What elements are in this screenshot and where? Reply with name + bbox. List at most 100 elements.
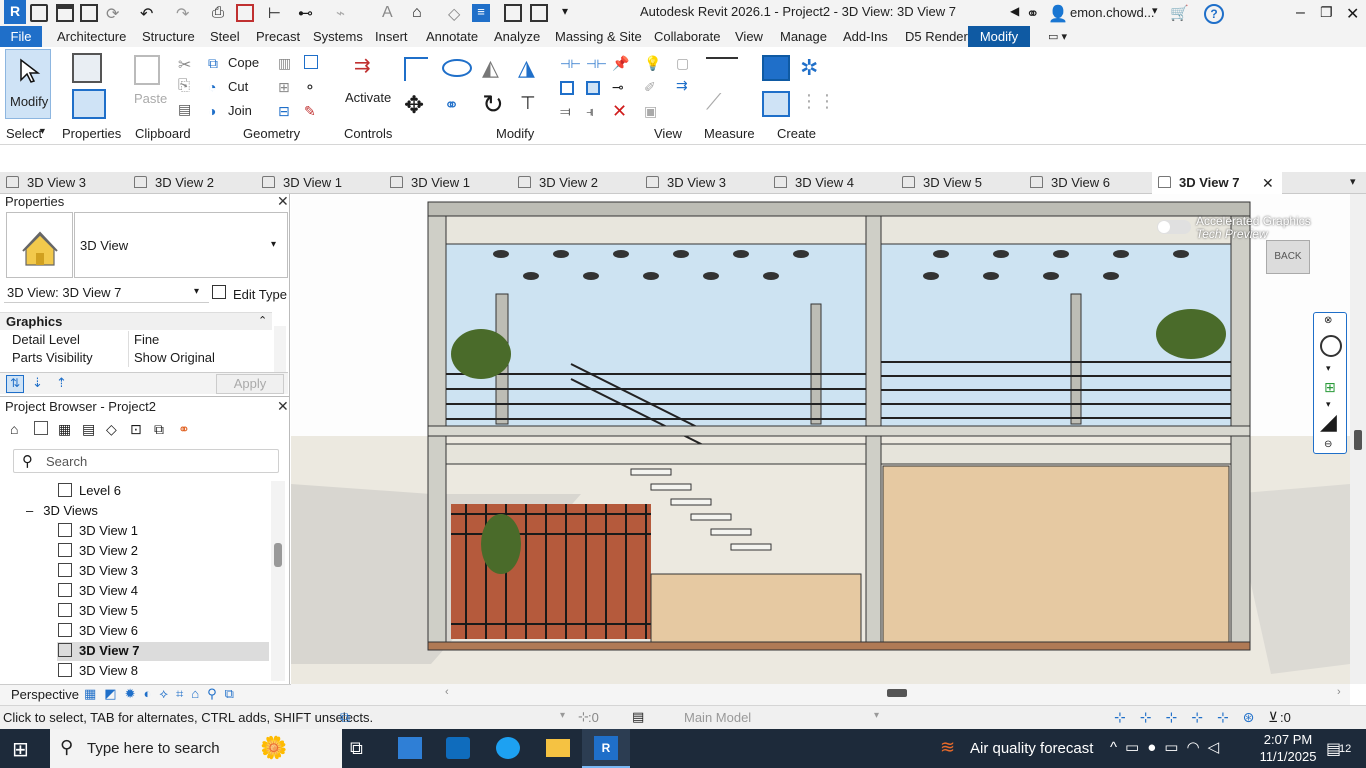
measure-distance-icon[interactable] [706, 57, 738, 67]
text-icon[interactable]: A [382, 4, 400, 22]
align-icon[interactable] [404, 57, 428, 81]
hscroll-thumb[interactable] [887, 689, 907, 697]
viewcube[interactable]: BACK [1266, 240, 1310, 274]
tree-item-3d-view-5[interactable]: 3D View 5 [58, 603, 138, 618]
paint-icon[interactable]: ⚬ [304, 79, 316, 96]
panel-select-label[interactable]: Select [6, 126, 42, 141]
array-icon[interactable] [560, 81, 574, 95]
modify-tool-button[interactable]: Modify [5, 49, 51, 119]
tab-file[interactable]: File [0, 26, 42, 47]
sheet-icon[interactable] [236, 4, 254, 22]
sun-path-icon[interactable]: ✹ [125, 686, 144, 701]
background-processes-icon[interactable]: ⊛ [1243, 709, 1269, 725]
print-icon[interactable]: ⎙ [212, 4, 230, 22]
copy-modify-icon[interactable]: ⚭ [444, 95, 459, 116]
measure-dropdown-icon[interactable]: ⇉ [676, 77, 688, 94]
match-type-icon[interactable]: ▤ [178, 101, 191, 118]
tree-item-3d-view-4[interactable]: 3D View 4 [58, 583, 138, 598]
select-links-icon[interactable]: ⊹ [1114, 709, 1140, 725]
close-navbar-icon[interactable]: ⊗ [1324, 315, 1332, 326]
edit-type-button[interactable]: Edit Type [233, 287, 287, 302]
browser-views-icon[interactable]: ⌂ [10, 421, 18, 437]
help-icon[interactable]: ? [1204, 4, 1224, 24]
tab-add-ins[interactable]: Add-Ins [843, 28, 888, 47]
browser-families-icon[interactable]: ◇ [106, 421, 117, 438]
sort-descending-icon[interactable]: ⇡ [56, 375, 67, 391]
vscroll-thumb[interactable] [1354, 430, 1362, 450]
browser-groups-icon[interactable]: ⊡ [130, 421, 142, 438]
section-icon[interactable]: ◇ [448, 4, 466, 23]
view-tab-3d-view-3b[interactable]: 3D View 3 [646, 175, 726, 190]
tab-steel[interactable]: Steel [210, 28, 240, 47]
view-mode-label[interactable]: Perspective [11, 687, 79, 702]
ribbon-toggle-icon[interactable]: ▭ ▾ [1048, 28, 1067, 47]
air-quality-icon[interactable]: ≋ [940, 737, 955, 758]
trim-multiple-icon[interactable]: ⫤ [560, 103, 571, 120]
tab-analyze[interactable]: Analyze [494, 28, 540, 47]
tab-annotate[interactable]: Annotate [426, 28, 478, 47]
scale-icon[interactable] [586, 81, 600, 95]
view-tab-3d-view-1b[interactable]: 3D View 1 [390, 175, 470, 190]
navbar-options-icon[interactable]: ⊖ [1324, 439, 1332, 450]
create-group-icon[interactable] [762, 91, 790, 117]
tag-icon[interactable]: ⌁ [336, 4, 354, 22]
visual-style-icon[interactable]: ◩ [104, 686, 124, 701]
unpin-icon[interactable]: ⊸ [612, 79, 624, 96]
task-view-icon[interactable]: ⧉ [350, 738, 363, 759]
tab-precast[interactable]: Precast [256, 28, 300, 47]
close-browser-icon[interactable]: ✕ [277, 399, 289, 413]
weather-text[interactable]: Air quality forecast [970, 740, 1093, 757]
pin-icon[interactable]: 📌 [612, 55, 629, 72]
view-tab-3d-view-5[interactable]: 3D View 5 [902, 175, 982, 190]
render-icon[interactable]: ⟡ [159, 686, 176, 701]
rotate-icon[interactable]: ↻ [482, 89, 504, 120]
clock-date[interactable]: 11/1/2025 [1252, 749, 1324, 764]
select-pinned-icon[interactable]: ⊹ [1165, 709, 1191, 725]
cut-geometry-icon[interactable]: ◔ [208, 79, 216, 95]
restore-icon[interactable]: ❐ [1320, 4, 1338, 22]
tree-item-3d-view-6[interactable]: 3D View 6 [58, 623, 138, 638]
view-tab-3d-view-4[interactable]: 3D View 4 [774, 175, 854, 190]
browser-revit-links-icon[interactable]: ⚭ [178, 421, 190, 438]
cut-label[interactable]: Cut [228, 79, 248, 94]
tab-view[interactable]: View [735, 28, 763, 47]
tab-modify[interactable]: Modify [968, 26, 1030, 47]
close-properties-icon[interactable]: ✕ [277, 194, 289, 208]
tree-item-level-6[interactable]: Level 6 [58, 483, 121, 498]
apply-button[interactable]: Apply [216, 374, 284, 394]
viewport-hscrollbar[interactable]: ‹ › [291, 684, 1350, 705]
view-tab-3d-view-1[interactable]: 3D View 1 [262, 175, 342, 190]
props-scrollbar[interactable] [274, 326, 286, 372]
activate-controls-icon[interactable]: ⇉ [354, 53, 371, 78]
sort-ascending-icon[interactable]: ⇣ [32, 375, 43, 391]
show-crop-icon[interactable]: ⌂ [191, 686, 207, 701]
close-window-icon[interactable]: ✕ [1346, 4, 1364, 23]
view-tab-3d-view-6[interactable]: 3D View 6 [1030, 175, 1110, 190]
walk-icon[interactable]: ◢ [1320, 409, 1337, 435]
qat-dropdown-icon[interactable]: ▾ [562, 4, 580, 22]
wall-joins-icon[interactable]: ▥ [278, 55, 291, 72]
override-graphics-icon[interactable]: 💡 [644, 55, 661, 72]
copy-icon[interactable]: ⎘ [178, 77, 190, 94]
design-options-icon[interactable]: ▤ [632, 709, 644, 725]
3d-view-icon[interactable]: ⌂ [412, 4, 430, 22]
join-icon[interactable]: ◑ [208, 103, 216, 119]
move-icon[interactable]: ✥ [404, 91, 424, 120]
type-properties-icon[interactable] [72, 53, 102, 83]
select-underlay-icon[interactable]: ⊹ [1140, 709, 1166, 725]
reveal-hidden-icon[interactable]: ⧉ [225, 686, 242, 701]
tree-item-3d-view-8[interactable]: 3D View 8 [58, 663, 138, 678]
wifi-icon[interactable]: ◠ [1186, 739, 1207, 756]
browser-links-icon[interactable]: ⧉ [154, 421, 164, 438]
cut-clipboard-icon[interactable]: ✂ [178, 55, 191, 75]
properties-icon[interactable] [72, 89, 106, 119]
prop-detail-level[interactable]: Detail Level Fine [0, 331, 272, 349]
minimize-icon[interactable]: – [1296, 4, 1314, 22]
paste-icon[interactable] [134, 55, 160, 85]
taskbar-search[interactable]: ⚲ Type here to search 🌼 [50, 729, 342, 768]
tree-item-3d-view-7[interactable]: 3D View 7 [58, 643, 139, 658]
tree-item-3d-view-1[interactable]: 3D View 1 [58, 523, 138, 538]
mirror-draw-axis-icon[interactable]: ◮ [518, 55, 535, 81]
model-dropdown-icon[interactable]: ▾ [874, 710, 879, 721]
open-icon[interactable] [56, 4, 74, 22]
